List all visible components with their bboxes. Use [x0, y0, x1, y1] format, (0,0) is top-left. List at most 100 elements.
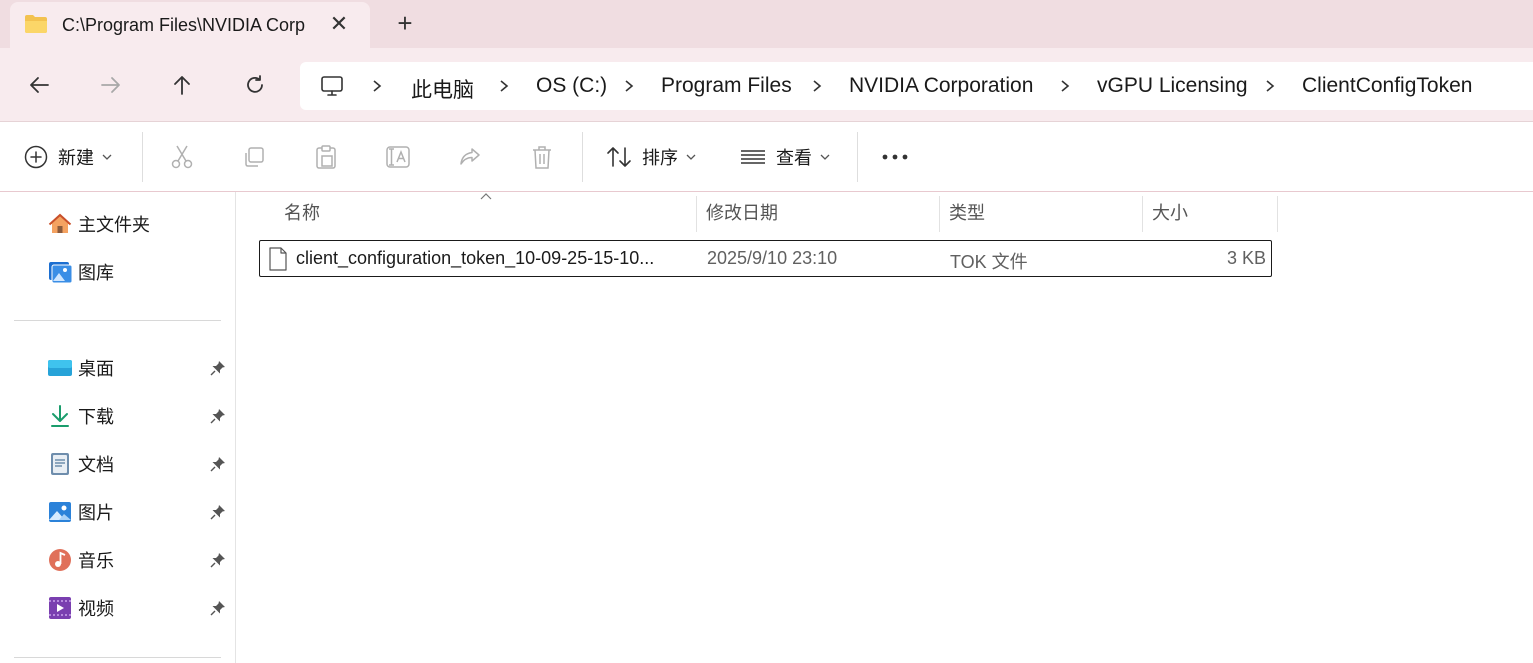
arrow-right-icon — [101, 77, 120, 93]
sidebar-divider — [14, 657, 221, 658]
pin-icon[interactable] — [210, 552, 226, 568]
column-separator[interactable] — [1142, 196, 1143, 232]
title-bar: C:\Program Files\NVIDIA Corp ✕ + — [0, 0, 1533, 48]
sidebar-item-pictures[interactable]: 图片 — [48, 497, 233, 527]
chevron-right-icon[interactable] — [497, 76, 511, 96]
clipboard-icon — [316, 145, 336, 169]
pin-icon[interactable] — [210, 504, 226, 520]
refresh-button[interactable] — [240, 70, 270, 100]
sidebar-item-videos[interactable]: 视频 — [48, 593, 233, 623]
column-header-label: 修改日期 — [706, 203, 778, 223]
trash-icon — [533, 146, 551, 169]
column-header-modified[interactable]: 修改日期 — [706, 192, 778, 232]
rename-button[interactable] — [386, 142, 410, 172]
sidebar-item-label: 下载 — [78, 407, 114, 427]
more-icon — [882, 154, 908, 160]
toolbar-divider — [857, 132, 858, 182]
plus-circle-icon — [24, 145, 48, 169]
breadcrumb-this-pc[interactable]: 此电脑 — [411, 74, 474, 104]
sidebar-item-label: 视频 — [78, 599, 114, 619]
tab-title: C:\Program Files\NVIDIA Corp — [62, 15, 306, 35]
computer-icon[interactable] — [320, 74, 344, 98]
share-icon — [460, 148, 480, 165]
file-type: TOK 文件 — [950, 252, 1028, 272]
column-header-label: 名称 — [284, 203, 320, 223]
up-button[interactable] — [167, 70, 197, 100]
sidebar-item-desktop[interactable]: 桌面 — [48, 353, 233, 383]
sidebar-divider — [14, 320, 221, 321]
share-button[interactable] — [458, 142, 482, 172]
pin-icon[interactable] — [210, 408, 226, 424]
column-header-name[interactable]: 名称 — [284, 192, 320, 232]
chevron-right-icon[interactable] — [622, 76, 636, 96]
sort-ascending-icon — [480, 193, 492, 200]
sidebar-item-music[interactable]: 音乐 — [48, 545, 233, 575]
chevron-right-icon[interactable] — [370, 76, 384, 96]
sort-button[interactable]: 排序 — [606, 142, 696, 172]
tab-current-folder[interactable]: C:\Program Files\NVIDIA Corp ✕ — [10, 2, 370, 48]
column-separator[interactable] — [939, 196, 940, 232]
sidebar-item-downloads[interactable]: 下载 — [48, 401, 233, 431]
new-button[interactable]: 新建 — [24, 142, 112, 172]
column-separator[interactable] — [1277, 196, 1278, 232]
desktop-icon — [48, 356, 72, 380]
copy-button[interactable] — [242, 142, 266, 172]
sidebar-item-label: 图片 — [78, 503, 114, 523]
pin-icon[interactable] — [210, 600, 226, 616]
pictures-icon — [48, 500, 72, 524]
breadcrumb-vgpu-licensing[interactable]: vGPU Licensing — [1097, 74, 1248, 98]
delete-button[interactable] — [530, 142, 554, 172]
chevron-down-icon — [686, 154, 696, 160]
videos-icon — [48, 596, 72, 620]
paste-button[interactable] — [314, 142, 338, 172]
sort-icon — [607, 147, 631, 167]
file-list: 名称 修改日期 类型 大小 client_configuration_token… — [236, 192, 1533, 663]
command-bar: 新建 排序 查看 — [0, 122, 1533, 192]
column-header-label: 大小 — [1152, 203, 1188, 223]
copy-icon — [245, 147, 264, 167]
chevron-down-icon — [102, 154, 112, 160]
rename-icon — [386, 146, 410, 168]
column-header-label: 类型 — [949, 203, 985, 223]
view-button[interactable]: 查看 — [740, 142, 830, 172]
arrow-left-icon — [30, 77, 49, 93]
refresh-icon — [247, 75, 263, 93]
sort-button-label: 排序 — [642, 148, 678, 168]
cut-button[interactable] — [170, 142, 194, 172]
arrow-up-icon — [174, 76, 190, 95]
breadcrumb-os-drive[interactable]: OS (C:) — [536, 74, 607, 98]
table-row[interactable]: client_configuration_token_10-09-25-15-1… — [259, 240, 1272, 277]
sidebar-item-home[interactable]: 主文件夹 — [48, 209, 233, 239]
folder-icon — [25, 15, 47, 33]
pin-icon[interactable] — [210, 360, 226, 376]
breadcrumb-program-files[interactable]: Program Files — [661, 74, 792, 98]
home-icon — [48, 212, 72, 236]
documents-icon — [48, 452, 72, 476]
toolbar-divider — [142, 132, 143, 182]
file-size: 3 KB — [1226, 248, 1266, 268]
chevron-down-icon — [820, 154, 830, 160]
close-tab-icon[interactable]: ✕ — [328, 13, 350, 35]
more-options-button[interactable] — [881, 142, 909, 172]
file-modified-date: 2025/9/10 23:10 — [707, 248, 838, 268]
forward-button[interactable] — [96, 70, 126, 100]
pin-icon[interactable] — [210, 456, 226, 472]
column-header-size[interactable]: 大小 — [1152, 192, 1188, 232]
navigation-bar: 此电脑 OS (C:) Program Files NVIDIA Corpora… — [0, 48, 1533, 122]
navigation-pane: 主文件夹 图库 桌面 下载 文档 图片 音乐 视频 — [0, 192, 236, 663]
column-header-type[interactable]: 类型 — [949, 192, 985, 232]
new-tab-button[interactable]: + — [392, 10, 418, 36]
chevron-right-icon[interactable] — [1058, 76, 1072, 96]
sidebar-item-label: 桌面 — [78, 359, 114, 379]
back-button[interactable] — [24, 70, 54, 100]
sidebar-item-gallery[interactable]: 图库 — [48, 257, 233, 287]
sidebar-item-documents[interactable]: 文档 — [48, 449, 233, 479]
sidebar-item-label: 主文件夹 — [78, 215, 150, 235]
list-view-icon — [741, 150, 765, 164]
breadcrumb-client-config-token[interactable]: ClientConfigToken — [1302, 74, 1472, 98]
address-bar[interactable]: 此电脑 OS (C:) Program Files NVIDIA Corpora… — [300, 62, 1533, 110]
column-separator[interactable] — [696, 196, 697, 232]
chevron-right-icon[interactable] — [810, 76, 824, 96]
breadcrumb-nvidia-corporation[interactable]: NVIDIA Corporation — [849, 74, 1033, 98]
chevron-right-icon[interactable] — [1263, 76, 1277, 96]
